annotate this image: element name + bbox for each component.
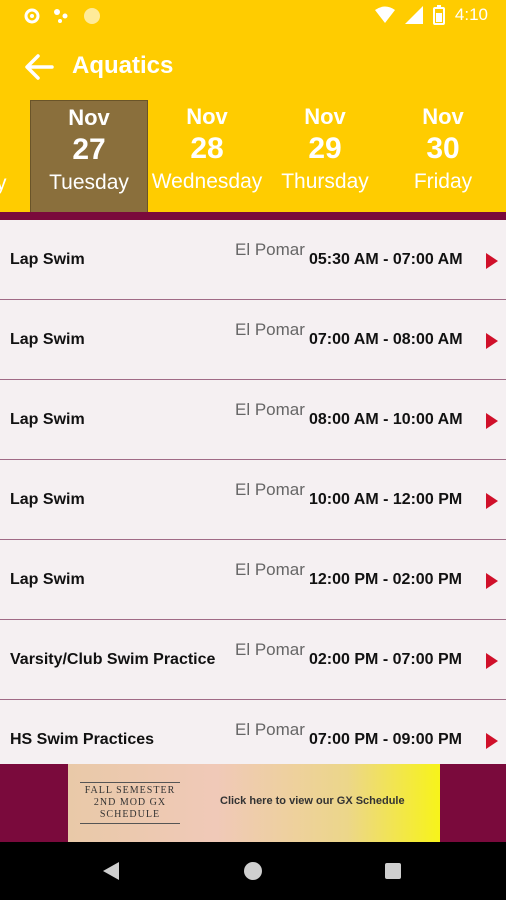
session-row[interactable]: Lap Swim El Pomar 07:00 AM - 08:00 AM (0, 300, 506, 380)
page-title: Aquatics (72, 52, 174, 79)
date-month: Nov (186, 104, 228, 129)
date-item-nov-28[interactable]: Nov 28 Wednesday (148, 100, 266, 212)
session-location: El Pomar (235, 320, 305, 339)
status-left-icons (22, 6, 102, 26)
signal-icon (404, 6, 423, 24)
app-bar: Aquatics (0, 32, 506, 100)
session-name: Lap Swim (10, 331, 85, 348)
session-location: El Pomar (235, 720, 305, 739)
date-weekday: Tuesday (49, 171, 129, 194)
play-arrow-icon (486, 493, 498, 509)
session-name: Lap Swim (10, 571, 85, 588)
session-row[interactable]: Lap Swim El Pomar 10:00 AM - 12:00 PM (0, 460, 506, 540)
nav-recents-icon[interactable] (385, 863, 401, 879)
session-location: El Pomar (235, 560, 305, 579)
nav-back-icon[interactable] (103, 862, 119, 880)
assistant-dots-icon (54, 9, 68, 23)
session-name: Varsity/Club Swim Practice (10, 651, 216, 668)
date-weekday: Friday (413, 170, 473, 193)
session-time: 05:30 AM - 07:00 AM (309, 251, 463, 268)
session-location: El Pomar (235, 480, 305, 499)
ad-banner: FALL SEMESTER 2ND MOD GX SCHEDULE Click … (0, 764, 506, 842)
session-row[interactable]: Lap Swim El Pomar 08:00 AM - 10:00 AM (0, 380, 506, 460)
session-row[interactable]: Lap Swim El Pomar 12:00 PM - 02:00 PM (0, 540, 506, 620)
back-arrow-icon[interactable] (22, 50, 56, 84)
session-location: El Pomar (235, 640, 305, 659)
date-month: Nov (422, 104, 464, 129)
date-item-partial[interactable]: y (0, 172, 7, 196)
session-time: 02:00 PM - 07:00 PM (309, 651, 462, 668)
session-name: Lap Swim (10, 411, 85, 428)
nav-home-icon[interactable] (244, 862, 262, 880)
status-right-icons: 4:10 (374, 5, 488, 25)
session-row[interactable]: Varsity/Club Swim Practice El Pomar 02:0… (0, 620, 506, 700)
date-day: 28 (190, 132, 224, 165)
session-name: Lap Swim (10, 491, 85, 508)
ad-semester-text: FALL SEMESTER 2ND MOD GX SCHEDULE (80, 782, 180, 824)
date-item-nov-30[interactable]: Nov 30 Friday (384, 100, 502, 212)
session-name: Lap Swim (10, 251, 85, 268)
ad-cta-text: Click here to view our GX Schedule (220, 795, 405, 807)
settings-icon (24, 8, 40, 24)
gx-schedule-ad[interactable]: FALL SEMESTER 2ND MOD GX SCHEDULE Click … (68, 764, 440, 842)
date-day: 27 (72, 133, 106, 166)
date-item-nov-27[interactable]: Nov 27 Tuesday (30, 100, 148, 212)
play-arrow-icon (486, 333, 498, 349)
session-row[interactable]: HS Swim Practices El Pomar 07:00 PM - 09… (0, 700, 506, 764)
date-strip: y Nov 27 Tuesday Nov 28 Wednesday Nov 29… (0, 100, 506, 212)
play-arrow-icon (486, 733, 498, 749)
status-time: 4:10 (454, 5, 488, 24)
system-nav-bar (0, 842, 506, 900)
session-time: 07:00 PM - 09:00 PM (309, 731, 462, 748)
battery-icon (432, 5, 445, 25)
date-weekday: Wednesday (151, 170, 263, 193)
play-arrow-icon (486, 253, 498, 269)
status-bar: 4:10 (0, 0, 506, 32)
date-item-nov-29[interactable]: Nov 29 Thursday (266, 100, 384, 212)
date-month: Nov (68, 105, 110, 130)
session-time: 08:00 AM - 10:00 AM (309, 411, 463, 428)
session-row[interactable]: Lap Swim El Pomar 05:30 AM - 07:00 AM (0, 220, 506, 300)
play-arrow-icon (486, 653, 498, 669)
session-location: El Pomar (235, 240, 305, 259)
play-arrow-icon (486, 573, 498, 589)
session-list[interactable]: Lap Swim El Pomar 05:30 AM - 07:00 AM La… (0, 220, 506, 764)
header-divider (0, 212, 506, 220)
circle-notification-icon (84, 8, 100, 24)
session-time: 12:00 PM - 02:00 PM (309, 571, 462, 588)
date-weekday: Thursday (281, 170, 369, 193)
session-time: 10:00 AM - 12:00 PM (309, 491, 463, 508)
wifi-icon (374, 6, 395, 23)
date-day: 30 (426, 132, 460, 165)
date-day: 29 (308, 132, 342, 165)
session-location: El Pomar (235, 400, 305, 419)
session-time: 07:00 AM - 08:00 AM (309, 331, 463, 348)
session-name: HS Swim Practices (10, 731, 155, 748)
play-arrow-icon (486, 413, 498, 429)
date-month: Nov (304, 104, 346, 129)
